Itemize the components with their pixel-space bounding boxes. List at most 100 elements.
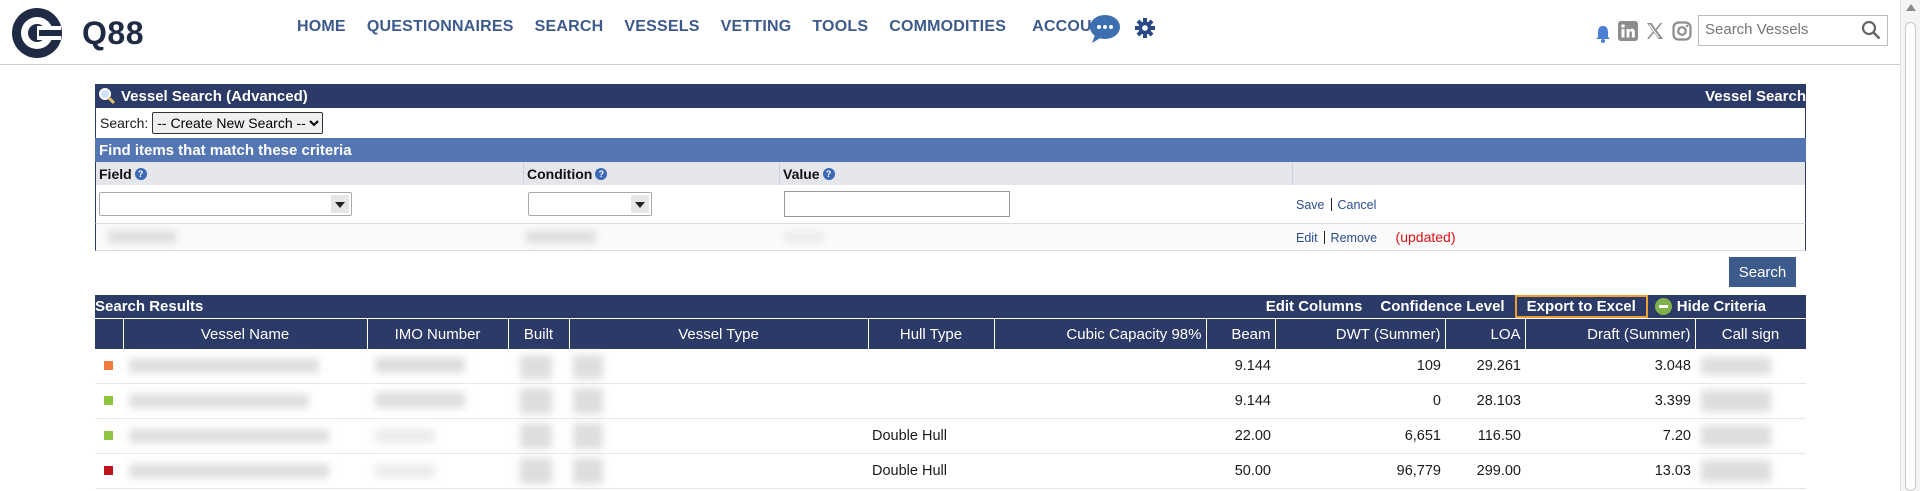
remove-link[interactable]: Remove bbox=[1331, 231, 1378, 245]
save-link[interactable]: Save bbox=[1296, 198, 1325, 212]
redacted-text bbox=[129, 429, 329, 443]
vessel-search-box bbox=[1698, 15, 1888, 46]
help-icon[interactable]: ? bbox=[822, 167, 835, 180]
search-icon[interactable] bbox=[1861, 20, 1881, 40]
search-button-row: Search bbox=[95, 251, 1806, 295]
vessel-name-cell[interactable] bbox=[123, 453, 367, 489]
results-toolbar: Edit Columns Confidence Level Export to … bbox=[1248, 295, 1766, 318]
page-scrollbar[interactable] bbox=[1900, 0, 1920, 491]
save-cancel-links: Save Cancel bbox=[1296, 196, 1376, 214]
flag-column-header bbox=[95, 318, 124, 349]
call-sign-cell bbox=[1695, 418, 1806, 454]
table-row[interactable]: Double Hull 50.00 96,779 299.00 13.03 bbox=[95, 453, 1806, 489]
beam-cell: 9.144 bbox=[1206, 349, 1275, 384]
q88-logo[interactable]: Q88 bbox=[10, 6, 144, 60]
criteria-columns: Field ? Condition ? Value ? bbox=[95, 162, 1806, 185]
dwt-cell: 96,779 bbox=[1275, 453, 1445, 489]
scroll-up-arrow[interactable] bbox=[1906, 4, 1916, 11]
redacted-text bbox=[375, 464, 435, 478]
value-column-header: Value ? bbox=[780, 162, 1293, 185]
hull-type-cell bbox=[868, 349, 994, 384]
hide-criteria-label: Hide Criteria bbox=[1676, 298, 1766, 315]
loa-cell: 299.00 bbox=[1445, 453, 1525, 489]
value-input[interactable] bbox=[784, 191, 1010, 217]
imo-cell bbox=[367, 383, 508, 419]
link-separator bbox=[1330, 198, 1332, 212]
field-label: Field bbox=[99, 165, 132, 182]
nav-vessels[interactable]: VESSELS bbox=[624, 18, 699, 36]
table-row[interactable]: 9.144 109 29.261 3.048 bbox=[95, 349, 1806, 384]
vessel-name-cell[interactable] bbox=[123, 383, 367, 419]
vessel-type-cell bbox=[569, 453, 868, 489]
export-to-excel-button[interactable]: Export to Excel bbox=[1514, 295, 1648, 318]
chat-icon[interactable] bbox=[1089, 14, 1121, 44]
column-header[interactable]: Draft (Summer) bbox=[1525, 318, 1696, 349]
nav-commodities[interactable]: COMMODITIES bbox=[889, 18, 1006, 36]
redacted-text bbox=[573, 458, 603, 484]
call-sign-cell bbox=[1695, 453, 1806, 489]
linkedin-icon[interactable] bbox=[1618, 21, 1638, 41]
edit-columns-button[interactable]: Edit Columns bbox=[1266, 298, 1363, 315]
brand-name: Q88 bbox=[82, 14, 144, 51]
gear-icon[interactable] bbox=[1135, 18, 1155, 38]
vessel-search-input[interactable] bbox=[1699, 16, 1861, 43]
imo-cell bbox=[367, 349, 508, 384]
redacted-text bbox=[573, 423, 603, 449]
built-cell bbox=[508, 383, 569, 419]
status-cell bbox=[95, 453, 123, 489]
nav-home[interactable]: HOME bbox=[297, 18, 346, 36]
search-label: Search: bbox=[100, 115, 149, 131]
field-select[interactable] bbox=[99, 192, 352, 216]
column-header[interactable]: Built bbox=[508, 318, 570, 349]
draft-cell: 3.399 bbox=[1525, 383, 1695, 419]
column-header[interactable]: IMO Number bbox=[367, 318, 509, 349]
nav-questionnaires[interactable]: QUESTIONNAIRES bbox=[367, 18, 514, 36]
condition-label: Condition bbox=[527, 165, 593, 182]
main-nav: HOME QUESTIONNAIRES SEARCH VESSELS VETTI… bbox=[297, 18, 1134, 36]
column-header[interactable]: Call sign bbox=[1695, 318, 1807, 349]
hide-criteria-button[interactable]: Hide Criteria bbox=[1654, 298, 1766, 315]
x-twitter-icon[interactable] bbox=[1645, 21, 1665, 41]
saved-search-select[interactable]: -- Create New Search -- bbox=[152, 112, 324, 134]
status-flag-icon bbox=[104, 431, 113, 440]
nav-search[interactable]: SEARCH bbox=[535, 18, 604, 36]
column-header[interactable]: Hull Type bbox=[868, 318, 995, 349]
redacted-field bbox=[108, 231, 176, 243]
status-flag-icon bbox=[104, 361, 113, 370]
cancel-link[interactable]: Cancel bbox=[1338, 198, 1377, 212]
condition-select[interactable] bbox=[528, 192, 652, 216]
dwt-cell: 6,651 bbox=[1275, 418, 1445, 454]
table-row[interactable]: 9.144 0 28.103 3.399 bbox=[95, 383, 1806, 419]
help-icon[interactable]: ? bbox=[595, 167, 608, 180]
redacted-text bbox=[1701, 390, 1771, 412]
loa-cell: 28.103 bbox=[1445, 383, 1525, 419]
criteria-edit-row: Save Cancel bbox=[95, 185, 1806, 224]
nav-vetting[interactable]: VETTING bbox=[721, 18, 792, 36]
vessel-name-cell[interactable] bbox=[123, 349, 367, 384]
beam-cell: 22.00 bbox=[1206, 418, 1275, 454]
column-header[interactable]: Vessel Type bbox=[569, 318, 869, 349]
scroll-thumb[interactable] bbox=[1905, 22, 1916, 491]
redacted-text bbox=[1701, 460, 1771, 482]
nav-tools[interactable]: TOOLS bbox=[812, 18, 868, 36]
saved-search-row: Search: -- Create New Search -- bbox=[95, 108, 1806, 138]
vessel-name-cell[interactable] bbox=[123, 418, 367, 454]
column-header[interactable]: LOA bbox=[1445, 318, 1526, 349]
column-header[interactable]: Cubic Capacity 98% bbox=[994, 318, 1207, 349]
dwt-cell: 0 bbox=[1275, 383, 1445, 419]
column-header[interactable]: Beam bbox=[1206, 318, 1276, 349]
social-tools bbox=[1595, 19, 1692, 43]
column-header[interactable]: DWT (Summer) bbox=[1275, 318, 1446, 349]
instagram-icon[interactable] bbox=[1672, 21, 1692, 41]
edit-link[interactable]: Edit bbox=[1296, 231, 1318, 245]
bell-icon[interactable] bbox=[1595, 25, 1611, 43]
hull-type-cell bbox=[868, 383, 994, 419]
search-button[interactable]: Search bbox=[1729, 257, 1796, 287]
help-icon[interactable]: ? bbox=[134, 167, 147, 180]
table-row[interactable]: Double Hull 22.00 6,651 116.50 7.20 bbox=[95, 418, 1806, 454]
column-header[interactable]: Vessel Name bbox=[123, 318, 368, 349]
vessel-type-cell bbox=[569, 383, 868, 419]
q88-logo-icon bbox=[12, 8, 62, 58]
dropdown-arrow-icon bbox=[631, 195, 649, 213]
confidence-level-button[interactable]: Confidence Level bbox=[1380, 298, 1504, 315]
